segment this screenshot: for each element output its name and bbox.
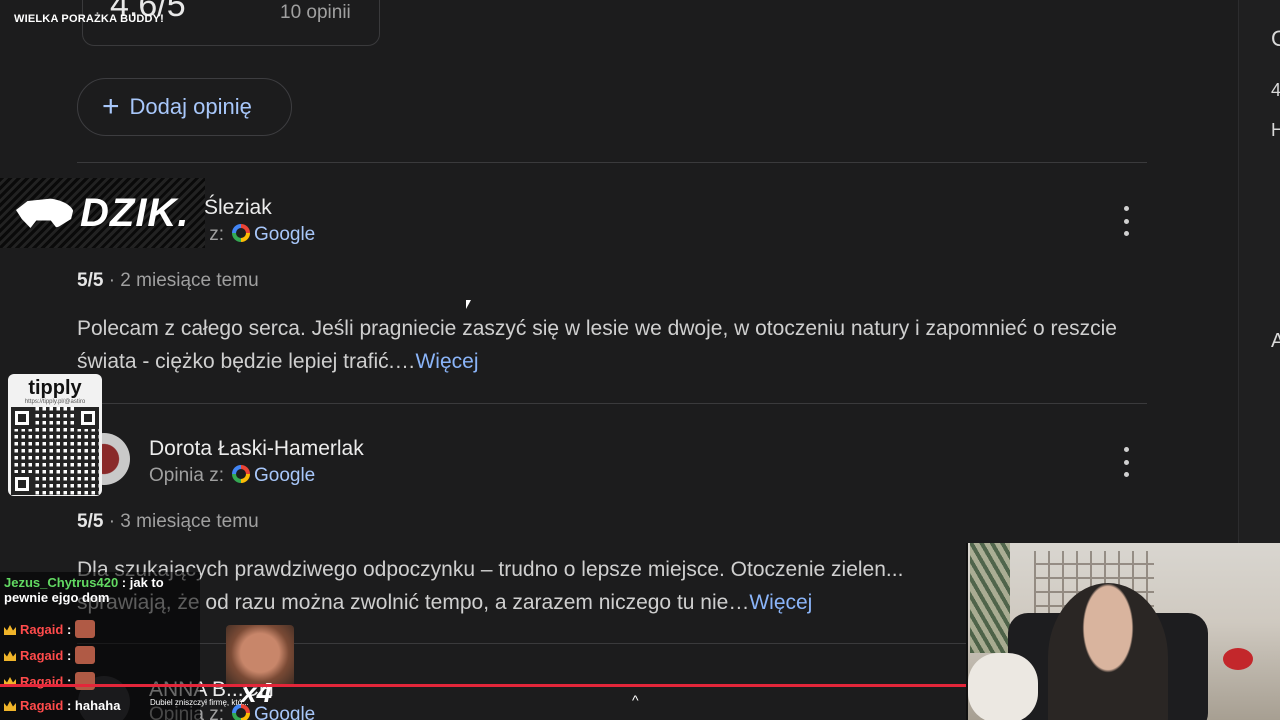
stream-title: WIELKA PORAŻKA BUDDY!: [14, 13, 165, 25]
chat-message: Jezus_Chytrus420 : jak to pewnie ejgo do…: [4, 575, 200, 605]
boar-icon: [16, 198, 74, 228]
review-text: Polecam z całego serca. Jeśli pragniecie…: [77, 312, 1157, 378]
qr-code: [11, 407, 99, 495]
source-name: Google: [253, 465, 316, 486]
review-author[interactable]: Śleziak: [204, 196, 272, 220]
review-body: Polecam z całego serca. Jeśli pragniecie…: [77, 317, 1117, 373]
review-source: Opinia z: Google: [149, 465, 315, 487]
divider: [77, 162, 1147, 163]
more-options-icon[interactable]: [1117, 447, 1135, 477]
dzik-logo: DZIK.: [0, 178, 205, 248]
score-value: 5/5: [77, 511, 104, 532]
divider: [77, 403, 1147, 404]
streamer-webcam: [966, 543, 1280, 720]
tipply-logo: tipply: [28, 377, 82, 399]
score-value: 5/5: [77, 270, 104, 291]
emote-icon: [75, 646, 96, 664]
side-fragment: A: [1271, 330, 1280, 353]
chat-user: Ragaid: [20, 622, 64, 637]
side-fragment: H: [1271, 120, 1280, 141]
add-review-label: Dodaj opinię: [129, 94, 252, 119]
side-fragment: G: [1271, 26, 1280, 52]
add-review-button[interactable]: + Dodaj opinię: [77, 78, 292, 136]
dzik-wordmark: DZIK.: [80, 190, 190, 235]
chat-text: :: [66, 622, 72, 637]
review-author[interactable]: Dorota Łaski-Hamerlak: [149, 437, 364, 461]
video-progress-bar[interactable]: [0, 684, 966, 687]
streamer: [1048, 583, 1168, 720]
read-more-link[interactable]: Więcej: [415, 350, 478, 373]
chat-text: : hahaha: [66, 698, 121, 713]
tipply-qr-card: tipply https://tipply.pl/@astiro: [8, 374, 102, 496]
emote-icon: [75, 672, 96, 690]
crown-icon: [4, 651, 16, 661]
tipply-url: https://tipply.pl/@astiro: [24, 399, 86, 405]
chevron-up-icon[interactable]: ^: [632, 692, 639, 708]
review-time: · 2 miesiące temu: [108, 270, 259, 291]
mouse-cursor: [466, 300, 471, 309]
chat-message: Ragaid :: [4, 646, 96, 664]
plus-icon: +: [102, 90, 120, 123]
blanket: [968, 653, 1038, 720]
review-score: 5/5 · 2 miesiące temu: [77, 270, 259, 292]
crown-icon: [4, 701, 16, 711]
google-icon: [231, 465, 250, 483]
more-options-icon[interactable]: [1117, 206, 1135, 236]
side-fragment: 4: [1271, 80, 1280, 101]
chat-user: Ragaid: [20, 698, 64, 713]
red-object: [1223, 648, 1253, 670]
read-more-link[interactable]: Więcej: [749, 591, 812, 614]
chat-message: Ragaid : hahaha: [4, 698, 120, 713]
source-name: Google: [253, 224, 316, 245]
chat-message: Ragaid :: [4, 672, 96, 690]
review-count[interactable]: 10 opinii: [280, 2, 351, 24]
plant: [970, 543, 1010, 653]
chat-user: Jezus_Chytrus420: [4, 575, 119, 590]
crown-icon: [4, 625, 16, 635]
review-text: Dla szukających prawdziwego odpoczynku –…: [77, 553, 977, 619]
google-icon: [231, 224, 250, 242]
chat-text: :: [66, 648, 72, 663]
chat-user: Ragaid: [20, 648, 64, 663]
review-score: 5/5 · 3 miesiące temu: [77, 511, 259, 533]
chat-message: Ragaid :: [4, 620, 96, 638]
news-ticker: Dubiel zniszczył firmę, któ...: [150, 698, 249, 707]
source-prefix: Opinia z:: [149, 465, 224, 486]
review-time: · 3 miesiące temu: [108, 511, 259, 532]
emote-icon: [75, 620, 96, 638]
